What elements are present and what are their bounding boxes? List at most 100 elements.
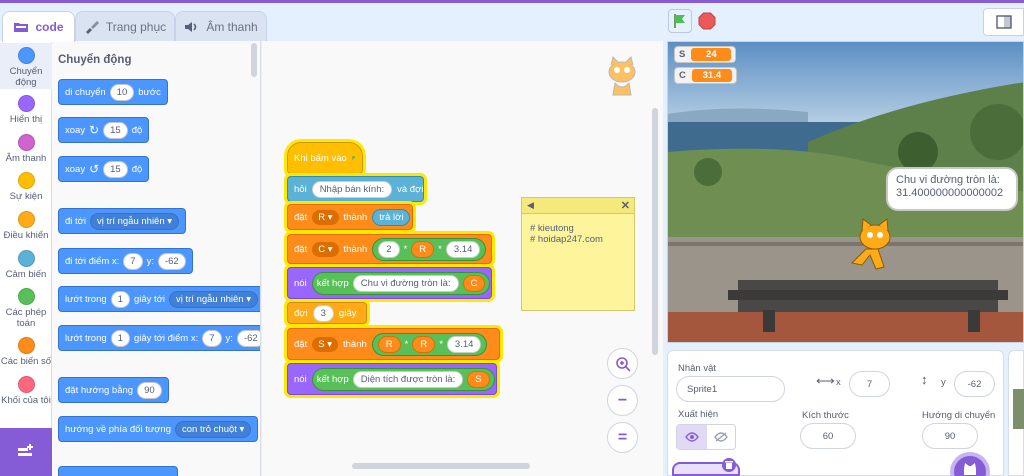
block-input[interactable]: 7 [202,329,222,347]
note-text[interactable]: # kieutong # hoidap247.com [522,214,634,254]
collapse-arrow-icon[interactable]: ◀ [527,200,534,211]
wait-seconds-block[interactable]: đợi 3 giây [287,302,367,324]
block-dropdown[interactable]: vị trí ngẫu nhiên ▾ [168,290,259,308]
close-icon[interactable]: ✕ [621,199,630,212]
join-operator[interactable]: kết hợp Chu vi đường tròn là: C [311,271,491,295]
size-input[interactable]: 60 [800,423,856,449]
set-s-block[interactable]: đặt S ▾ thành R * R * 3.14 [287,328,500,360]
multiply-operator[interactable]: R * R * 3.14 [371,332,488,356]
variable-reporter[interactable]: R [377,335,401,353]
block-point-direction[interactable]: đặt hướng bằng 90 [58,377,169,403]
block-move-steps[interactable]: di chuyển 10 bước [58,79,168,105]
say-c-block[interactable]: nói kết hợp Chu vi đường tròn là: C [287,267,492,299]
block-input[interactable]: 3.14 [445,240,481,258]
block-input[interactable]: -62 [236,329,260,347]
category-variables[interactable]: Các biến số [0,337,52,367]
category-operators[interactable]: Các phép toán [0,288,52,329]
zoom-in-button[interactable] [607,348,638,379]
sprite-name-input[interactable]: Sprite1 [676,376,785,402]
tab-costumes[interactable]: Trang phục [75,11,175,41]
block-turn-right[interactable]: xoay ↻ 15 độ [58,117,150,143]
code-horizontal-scrollbar[interactable] [352,463,530,469]
block-input[interactable]: 2 [378,240,400,258]
block-input[interactable]: Chu vi đường tròn là: [352,274,459,292]
block-input[interactable]: 90 [137,381,162,399]
block-input[interactable]: 1 [110,290,130,308]
variable-dropdown[interactable]: C ▾ [312,241,339,257]
add-extension-button[interactable] [0,428,52,476]
palette-scrollbar[interactable] [251,43,257,77]
category-motion[interactable]: Chuyển động [0,43,52,89]
trash-icon[interactable] [722,458,736,472]
green-flag-button[interactable] [668,9,692,33]
block-go-to[interactable]: đi tới vị trí ngẫu nhiên ▾ [58,208,187,234]
variable-dropdown[interactable]: S ▾ [312,336,338,352]
join-operator[interactable]: kết hợp Diện tích được tròn là: S [311,367,495,391]
category-label: Chuyển động [9,66,43,88]
set-c-block[interactable]: đặt C ▾ thành 2 * R * 3.14 [287,234,492,264]
zoom-out-button[interactable]: − [607,385,638,416]
block-text: đợi [294,307,308,319]
block-partial[interactable] [58,466,178,476]
x-input[interactable]: 7 [849,371,890,397]
y-input[interactable]: -62 [954,371,995,397]
category-events[interactable]: Sự kiện [0,172,52,202]
say-s-block[interactable]: nói kết hợp Diện tích được tròn là: S [287,363,497,395]
code-vertical-scrollbar[interactable] [652,108,658,355]
monitor-label: C [679,70,686,81]
stage-selector-pane[interactable] [1008,350,1024,476]
block-text: lướt trong [65,293,107,305]
block-input[interactable]: Diện tích được tròn là: [352,370,464,388]
block-glide-xy[interactable]: lướt trong 1 giây tới điểm x: 7 y: -62 [58,325,260,351]
tab-code[interactable]: code [2,11,75,42]
block-dropdown[interactable]: vị trí ngẫu nhiên ▾ [90,212,180,230]
ask-and-wait-block[interactable]: hỏi Nhập bán kính: và đợi [287,176,424,202]
comment-note[interactable]: ◀ ✕ # kieutong # hoidap247.com [521,197,635,311]
block-turn-left[interactable]: xoay ↺ 15 độ [58,156,150,182]
category-control[interactable]: Điều khiển [0,211,52,241]
tab-sounds[interactable]: Âm thanh [175,11,267,41]
block-dropdown[interactable]: con trỏ chuột ▾ [175,420,252,438]
variable-reporter[interactable]: R [411,240,435,258]
monitor-s[interactable]: S 24 [674,46,737,63]
stage[interactable]: S 24 C 31.4 Chu vi đường tròn là: 31.400… [667,41,1024,343]
block-point-towards[interactable]: hướng về phía đối tượng con trỏ chuột ▾ [58,416,259,442]
block-input[interactable]: 15 [103,121,128,139]
block-input[interactable]: 7 [123,252,143,270]
variable-dropdown[interactable]: R ▾ [312,209,339,225]
stage-thumbnail[interactable] [1013,389,1024,429]
category-sound[interactable]: Âm thanh [0,134,52,164]
when-flag-clicked-block[interactable]: Khi bấm vào [287,142,363,174]
block-go-to-xy[interactable]: đi tới điểm x: 7 y: -62 [58,248,193,274]
block-input[interactable]: 3 [312,304,334,322]
block-input[interactable]: 3.14 [446,335,482,353]
block-input[interactable]: 10 [109,83,135,101]
direction-input[interactable]: 90 [922,423,978,449]
stop-button[interactable] [698,12,716,30]
show-button[interactable] [677,425,707,449]
block-text: xoay [65,163,86,175]
small-stage-button[interactable] [983,8,1024,36]
variable-reporter[interactable]: S [467,370,490,388]
block-input[interactable]: 15 [103,160,128,178]
answer-reporter[interactable]: trả lời [372,208,411,226]
block-input[interactable]: Nhập bán kính: [311,180,393,198]
zoom-reset-button[interactable]: = [607,422,638,453]
category-my-blocks[interactable]: Khối của tôi [0,376,52,406]
block-glide[interactable]: lướt trong 1 giây tới vị trí ngẫu nhiên … [58,286,260,312]
monitor-value: 31.4 [691,69,732,82]
layout-icon [996,15,1012,29]
block-input[interactable]: 1 [110,329,130,347]
variable-reporter[interactable]: C [462,274,486,292]
multiply-operator[interactable]: 2 * R * 3.14 [372,237,487,261]
block-input[interactable]: -62 [157,252,186,270]
note-header[interactable]: ◀ ✕ [522,198,634,214]
variable-reporter[interactable]: R [412,335,436,353]
sprite-thumbnail[interactable] [672,458,740,476]
y-arrows-icon: ↕ [921,372,928,387]
monitor-c[interactable]: C 31.4 [674,67,737,84]
category-sensing[interactable]: Cảm biến [0,250,52,280]
hide-button[interactable] [707,425,735,449]
set-r-block[interactable]: đặt R ▾ thành trả lời [287,204,413,230]
category-looks[interactable]: Hiển thị [0,95,52,125]
